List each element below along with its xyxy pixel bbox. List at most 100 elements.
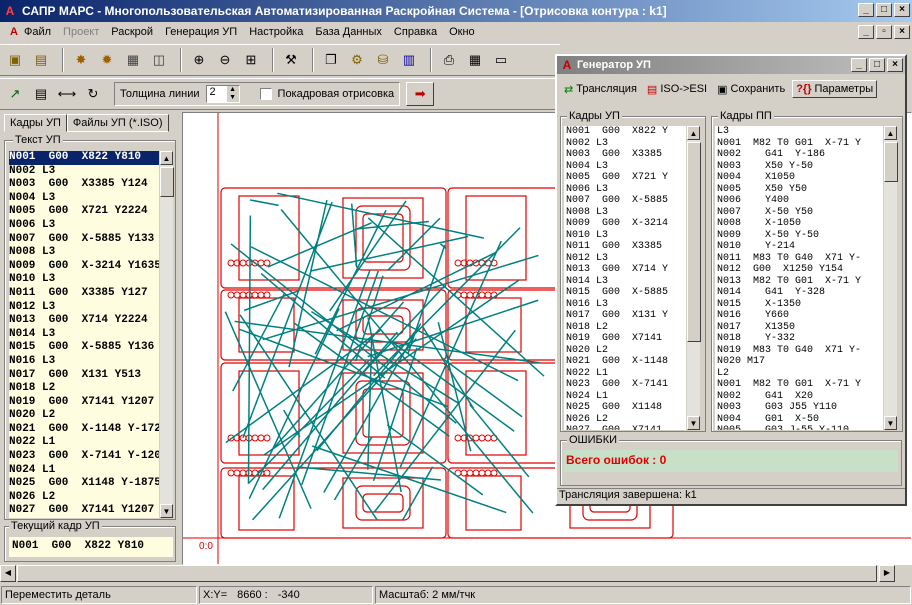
menu-generation[interactable]: Генерация УП [159, 26, 243, 38]
refresh-icon[interactable]: ↻ [82, 83, 104, 105]
kadry-scrollbar[interactable]: ▲ ▼ [686, 126, 701, 430]
kadry-line-item[interactable]: N004 L3 [566, 161, 686, 173]
pp-line-item[interactable]: N010 Y-214 [717, 241, 883, 253]
pp-line-item[interactable]: N002 G41 X20 [717, 391, 883, 403]
pp-line-item[interactable]: N015 X-1350 [717, 299, 883, 311]
pp-line-item[interactable]: N005 X50 Y50 [717, 184, 883, 196]
frame-draw-checkbox[interactable] [259, 88, 272, 100]
gear-icon[interactable]: ⚙ [346, 49, 368, 71]
kadry-line-item[interactable]: N005 G00 X721 Y [566, 172, 686, 184]
line-width-spinner[interactable]: 2 ▲ ▼ [205, 85, 240, 103]
program-line-item[interactable]: N020 L2 [9, 409, 159, 423]
hscroll-thumb[interactable] [17, 565, 877, 582]
program-line-item[interactable]: N019 G00 X7141 Y1207 [9, 396, 159, 410]
kadry-line-item[interactable]: N013 G00 X714 Y [566, 264, 686, 276]
scroll-right-icon[interactable]: ▶ [879, 565, 895, 582]
program-line-item[interactable]: N003 G00 X3385 Y124 [9, 178, 159, 192]
program-line-item[interactable]: N006 L3 [9, 219, 159, 233]
scroll-left-icon[interactable]: ◀ [0, 565, 16, 582]
program-line-item[interactable]: N012 L3 [9, 301, 159, 315]
esi-icon[interactable]: ▥ [398, 49, 420, 71]
sheet-icon[interactable]: ▦ [122, 49, 144, 71]
pp-line-item[interactable]: N014 G41 Y-328 [717, 287, 883, 299]
nest-auto-icon[interactable]: ✹ [96, 49, 118, 71]
pp-scroll-down-icon[interactable]: ▼ [884, 416, 897, 430]
kadry-list[interactable]: N001 G00 X822 Y N002 L3 N003 G00 X3385 N004… [564, 126, 686, 430]
db-icon[interactable]: ⛁ [372, 49, 394, 71]
program-list[interactable]: N001 G00 X822 Y810 N002 L3 N003 G00 X3385 … [9, 151, 159, 518]
pp-line-item[interactable]: N001 M82 T0 G01 X-71 Y [717, 379, 883, 391]
program-line-item[interactable]: N023 G00 X-7141 Y-1207 [9, 450, 159, 464]
pp-line-item[interactable]: N013 M82 T0 G01 X-71 Y [717, 276, 883, 288]
program-line-item[interactable]: N016 L3 [9, 355, 159, 369]
program-line-item[interactable]: N026 L2 [9, 491, 159, 505]
kadry-scroll-down-icon[interactable]: ▼ [687, 416, 700, 430]
zoom-in-icon[interactable]: ⊕ [188, 49, 210, 71]
kadry-line-item[interactable]: N003 G00 X3385 [566, 149, 686, 161]
print-icon[interactable]: ⎙ [438, 49, 460, 71]
kadry-line-item[interactable]: N027 G00 X7141 [566, 425, 686, 430]
zoom-fit-icon[interactable]: ⊞ [240, 49, 262, 71]
horizontal-scrollbar[interactable]: ◀ ▶ [0, 565, 895, 582]
detail-icon[interactable]: ◫ [148, 49, 170, 71]
program-line-item[interactable]: N024 L1 [9, 464, 159, 478]
kadry-line-item[interactable]: N019 G00 X7141 [566, 333, 686, 345]
save-project-icon[interactable]: ▤ [30, 49, 52, 71]
pp-line-item[interactable]: N012 G00 X1250 Y154 [717, 264, 883, 276]
kadry-line-item[interactable]: N017 G00 X131 Y [566, 310, 686, 322]
kadry-scroll-thumb[interactable] [687, 142, 701, 342]
pp-line-item[interactable]: N004 X1050 [717, 172, 883, 184]
kadry-line-item[interactable]: N006 L3 [566, 184, 686, 196]
menu-database[interactable]: База Данных [309, 26, 388, 38]
gen-close-button[interactable]: × [887, 58, 903, 72]
menu-settings[interactable]: Настройка [243, 26, 309, 38]
scroll-down-icon[interactable]: ▼ [160, 504, 173, 518]
pp-line-item[interactable]: L3 [717, 126, 883, 138]
spinner-arrows-icon[interactable]: ▲ ▼ [226, 86, 239, 102]
kadry-scroll-up-icon[interactable]: ▲ [687, 126, 700, 140]
open-project-icon[interactable]: ▣ [4, 49, 26, 71]
pp-line-item[interactable]: N005 G03 J-55 Y-110 [717, 425, 883, 430]
program-line-item[interactable]: N004 L3 [9, 192, 159, 206]
kadry-line-item[interactable]: N001 G00 X822 Y [566, 126, 686, 138]
kadry-line-item[interactable]: N018 L2 [566, 322, 686, 334]
menu-file[interactable]: Файл [18, 26, 57, 38]
kadry-line-item[interactable]: N026 L2 [566, 414, 686, 426]
pp-line-item[interactable]: N016 Y660 [717, 310, 883, 322]
kadry-line-item[interactable]: N022 L1 [566, 368, 686, 380]
maximize-button[interactable]: □ [876, 3, 892, 17]
mdi-minimize-button[interactable]: _ [858, 25, 874, 39]
program-line-item[interactable]: N010 L3 [9, 273, 159, 287]
save-button[interactable]: ▣ Сохранить [714, 83, 788, 96]
kadry-line-item[interactable]: N021 G00 X-1148 [566, 356, 686, 368]
kadry-line-item[interactable]: N016 L3 [566, 299, 686, 311]
menu-window[interactable]: Окно [443, 26, 481, 38]
program-line-item[interactable]: N014 L3 [9, 328, 159, 342]
kadry-line-item[interactable]: N015 G00 X-5885 [566, 287, 686, 299]
tools-icon[interactable]: ⚒ [280, 49, 302, 71]
calculator-icon[interactable]: ▦ [464, 49, 486, 71]
pp-line-item[interactable]: N017 X1350 [717, 322, 883, 334]
iso-esi-button[interactable]: ▤ ISO->ESI [644, 83, 710, 96]
pp-line-item[interactable]: L2 [717, 368, 883, 380]
scroll-up-icon[interactable]: ▲ [160, 151, 173, 165]
pp-line-item[interactable]: N001 M82 T0 G01 X-71 Y [717, 138, 883, 150]
pp-scroll-thumb[interactable] [884, 142, 898, 182]
pp-scrollbar[interactable]: ▲ ▼ [883, 126, 898, 430]
program-line-item[interactable]: N025 G00 X1148 Y-1875 [9, 477, 159, 491]
pp-line-item[interactable]: N019 M83 T0 G40 X71 Y- [717, 345, 883, 357]
pp-line-item[interactable]: N007 X-50 Y50 [717, 207, 883, 219]
program-line-item[interactable]: N015 G00 X-5885 Y136 [9, 341, 159, 355]
program-scrollbar[interactable]: ▲ ▼ [159, 151, 174, 518]
kadry-line-item[interactable]: N010 L3 [566, 230, 686, 242]
program-line-item[interactable]: N007 G00 X-5885 Y133 [9, 233, 159, 247]
kadry-line-item[interactable]: N008 L3 [566, 207, 686, 219]
pp-line-item[interactable]: N002 G41 Y-186 [717, 149, 883, 161]
kadry-line-item[interactable]: N009 G00 X-3214 [566, 218, 686, 230]
nest-icon[interactable]: ✸ [70, 49, 92, 71]
kadry-line-item[interactable]: N020 L2 [566, 345, 686, 357]
program-line-item[interactable]: N022 L1 [9, 436, 159, 450]
kadry-line-item[interactable]: N012 L3 [566, 253, 686, 265]
pp-line-item[interactable]: N020 M17 [717, 356, 883, 368]
translate-button[interactable]: ⇄ Трансляция [561, 83, 640, 96]
